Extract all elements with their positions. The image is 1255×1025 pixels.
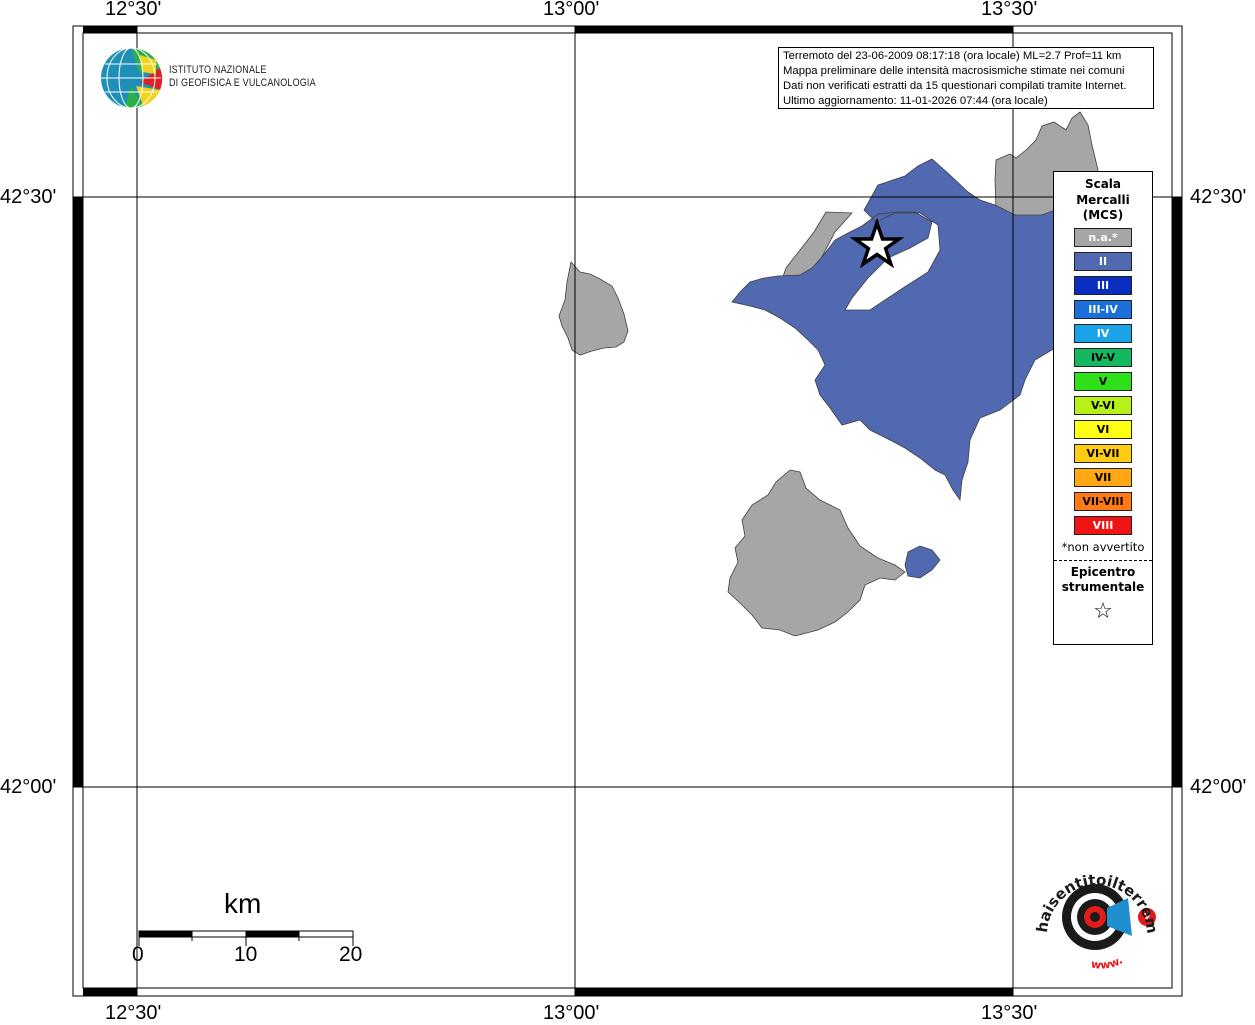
legend-title-line2: Mercalli — [1076, 192, 1130, 207]
legend-title: Scala Mercalli (MCS) — [1054, 177, 1152, 224]
hsit-arc-text: haisentitoilterremoto.it — [0, 0, 1161, 935]
svg-text:www.: www. — [1090, 954, 1125, 972]
event-info-line1: Terremoto del 23-06-2009 08:17:18 (ora l… — [783, 50, 1122, 62]
municipality-gray-small-west — [558, 261, 629, 356]
legend-separator — [1054, 559, 1152, 561]
legend-star-icon: ☆ — [1093, 598, 1113, 624]
lon-label-top-3: 13°30' — [981, 0, 1038, 20]
legend-title-line1: Scala — [1084, 177, 1122, 191]
legend-item: VII — [1074, 467, 1132, 487]
event-info-line2: Mappa preliminare delle intensità macros… — [783, 65, 1125, 77]
municipality-gray-south — [727, 469, 906, 637]
legend-item: IV-V — [1074, 347, 1132, 367]
legend-epicenter-line2: strumentale — [1061, 580, 1145, 594]
scale-bar-unit: km — [224, 888, 262, 919]
legend-item: VI — [1074, 419, 1132, 439]
lat-label-left-1: 42°30' — [0, 186, 57, 208]
legend-epicenter-label: Epicentro strumentale — [1054, 565, 1152, 596]
lon-label-bottom-1: 12°30' — [105, 1002, 162, 1024]
event-info-line4: Ultimo aggiornamento: 11-01-2026 07:44 (… — [783, 95, 1048, 107]
legend-item: III — [1074, 275, 1132, 295]
municipality-ii-small — [904, 545, 941, 579]
legend-epicenter-line1: Epicentro — [1070, 564, 1136, 579]
legend-item: III-IV — [1074, 299, 1132, 319]
legend-item: n.a.* — [1074, 227, 1132, 247]
ingv-logo-text: ISTITUTO NAZIONALE DI GEOFISICA E VULCAN… — [169, 64, 316, 89]
scale-bar-label-10: 10 — [234, 943, 258, 966]
legend-item: VIII — [1074, 515, 1132, 535]
svg-text:haisentitoilterremoto.it: haisentitoilterremoto.it — [0, 0, 1161, 935]
event-info-box: Terremoto del 23-06-2009 08:17:18 (ora l… — [778, 47, 1154, 109]
legend-list: n.a.* II III III-IV IV IV-V V V-VI VI VI-VII VII VI… — [1054, 227, 1152, 535]
legend-title-line3: (MCS) — [1082, 208, 1124, 222]
event-info-line3: Dati non verificati estratti da 15 quest… — [783, 80, 1127, 92]
hsit-logo: ? haisentitoilterremoto.it www. — [0, 0, 1161, 972]
legend-item: II — [1074, 251, 1132, 271]
legend-item: V — [1074, 371, 1132, 391]
legend-item: VII-VIII — [1074, 491, 1132, 511]
scale-bar-label-20: 20 — [339, 943, 363, 966]
ingv-logo-globe-icon — [101, 47, 163, 109]
legend-item: VI-VII — [1074, 443, 1132, 463]
lon-label-top-1: 12°30' — [105, 0, 162, 20]
legend-item: IV — [1074, 323, 1132, 343]
scale-bar-label-0: 0 — [132, 943, 144, 966]
lon-label-bottom-2: 13°00' — [543, 1002, 600, 1024]
hsit-url-text: www. — [1090, 954, 1125, 972]
lat-label-right-2: 42°00' — [1190, 776, 1247, 798]
lat-label-right-1: 42°30' — [1190, 186, 1247, 208]
lat-label-left-2: 42°00' — [0, 776, 57, 798]
municipality-polygons — [558, 111, 1099, 637]
intensity-legend: Scala Mercalli (MCS) n.a.* II III III-IV IV I… — [1053, 171, 1153, 645]
lon-label-bottom-3: 13°30' — [981, 1002, 1038, 1024]
lon-label-top-2: 13°00' — [543, 0, 600, 20]
legend-note: *non avvertito — [1061, 539, 1145, 554]
legend-item: V-VI — [1074, 395, 1132, 415]
ingv-logo-line1: ISTITUTO NAZIONALE — [169, 64, 267, 76]
ingv-logo-line2: DI GEOFISICA E VULCANOLOGIA — [169, 76, 316, 89]
